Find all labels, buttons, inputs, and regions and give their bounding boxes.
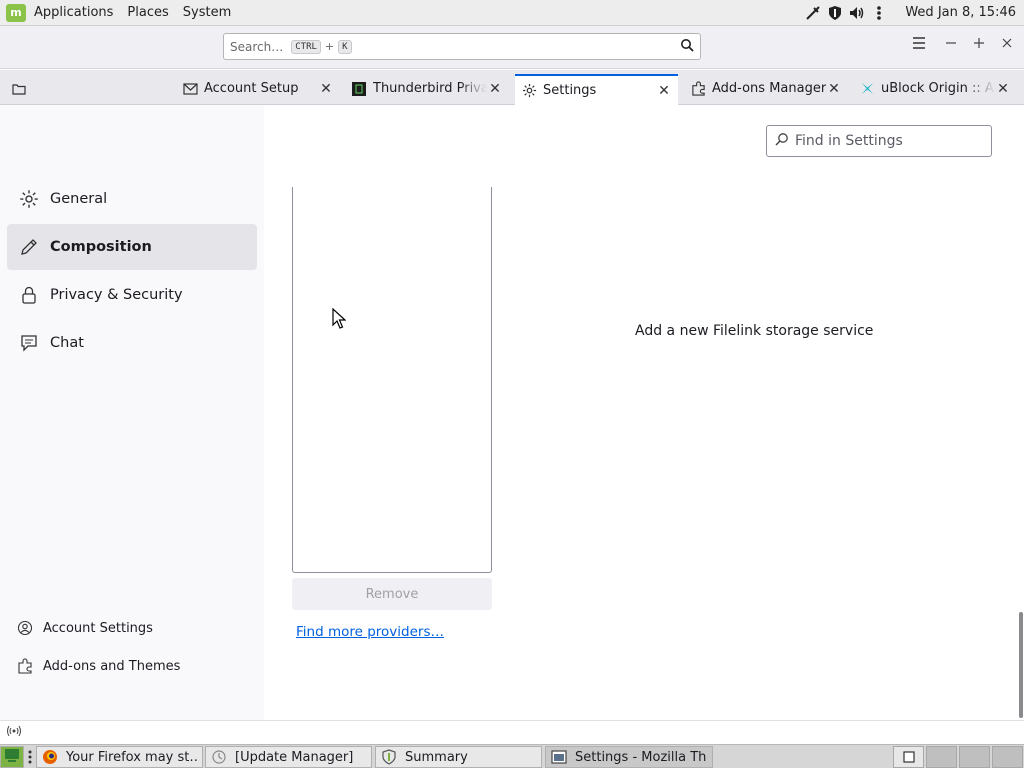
lock-icon [18, 284, 40, 306]
filelink-empty-message: Add a new Filelink storage service [635, 323, 874, 339]
menu-hamburger-icon[interactable] [909, 37, 929, 53]
close-icon[interactable]: ✕ [995, 81, 1011, 97]
tab-addons-manager[interactable]: Add-ons Manager ✕ [684, 72, 848, 105]
search-icon[interactable] [680, 38, 694, 56]
find-in-settings-input[interactable]: Find in Settings [766, 125, 992, 157]
menu-system[interactable]: System [183, 5, 231, 20]
sidebar-item-label: Composition [50, 239, 152, 255]
close-icon[interactable]: ✕ [487, 81, 503, 97]
account-settings-link[interactable]: Account Settings [16, 619, 153, 637]
system-panel: m Applications Places System Wed Jan 8, … [0, 0, 1024, 26]
update-icon [211, 749, 227, 765]
network-icon[interactable] [805, 5, 821, 21]
sidebar-item-composition[interactable]: Composition [7, 224, 257, 270]
tab-bar: Account Setup ✕ Thunderbird Privacy Noti… [0, 70, 1024, 105]
close-icon[interactable]: ✕ [826, 81, 842, 97]
ublock-icon [859, 81, 875, 97]
settings-content: Find in Settings Remove Find more provid… [264, 105, 1024, 720]
tab-account-setup[interactable]: Account Setup ✕ [176, 72, 340, 105]
shortcut-ctrl: CTRL [291, 39, 321, 54]
remove-button[interactable]: Remove [292, 578, 492, 610]
search-input[interactable]: Search… CTRL + K [223, 33, 701, 60]
taskbar-handle-icon [28, 749, 32, 768]
close-window-icon[interactable] [997, 37, 1017, 53]
task-label: [Update Manager] [235, 749, 354, 765]
scrollbar[interactable] [1019, 612, 1023, 718]
task-label: Summary [405, 749, 468, 765]
tab-label: uBlock Origin :: Add-ons [881, 81, 995, 96]
close-icon[interactable]: ✕ [656, 83, 672, 99]
tab-label: Thunderbird Privacy Notice [373, 81, 487, 96]
shortcut-plus: + [324, 40, 335, 53]
account-icon [16, 619, 34, 637]
sidebar-item-privacy-security[interactable]: Privacy & Security [7, 272, 257, 318]
gear-icon [521, 83, 537, 99]
tab-label: Settings [543, 83, 597, 98]
tab-label: Add-ons Manager [712, 81, 826, 96]
mouse-cursor-icon [332, 307, 347, 334]
sidebar-item-label: General [50, 191, 108, 207]
volume-icon[interactable] [849, 5, 865, 21]
find-more-providers-link[interactable]: Find more providers… [296, 624, 444, 640]
sidebar-item-label: Chat [50, 335, 84, 351]
puzzle-icon [690, 81, 706, 97]
menu-places[interactable]: Places [127, 5, 168, 20]
minimize-icon[interactable] [941, 37, 961, 53]
task-update-manager[interactable]: [Update Manager] [205, 746, 372, 768]
puzzle-icon [16, 657, 34, 675]
sidebar-item-chat[interactable]: Chat [7, 320, 257, 366]
shield-icon [381, 749, 397, 765]
gear-icon [18, 188, 40, 210]
task-settings-thunderbird[interactable]: Settings - Mozilla Th… [545, 746, 713, 768]
filelink-provider-list[interactable] [292, 187, 492, 573]
toolbar: Search… CTRL + K [0, 26, 1024, 69]
settings-sidebar: General Composition Privacy & Security C… [0, 105, 264, 720]
tab-ublock-origin[interactable]: uBlock Origin :: Add-ons ✕ [853, 72, 1017, 105]
tab-label: Account Setup [204, 81, 299, 96]
workspace-2[interactable] [926, 746, 957, 768]
chat-icon [18, 332, 40, 354]
find-in-settings-placeholder: Find in Settings [795, 133, 903, 149]
menu-applications[interactable]: Applications [34, 5, 113, 20]
workspace-3[interactable] [959, 746, 990, 768]
task-summary[interactable]: Summary [375, 746, 542, 768]
firefox-icon [42, 749, 58, 765]
addons-themes-label: Add-ons and Themes [43, 658, 181, 674]
pencil-icon [18, 236, 40, 258]
taskbar: Your Firefox may st… [Update Manager] Su… [0, 744, 1024, 768]
window-icon [551, 749, 567, 765]
more-vertical-icon[interactable] [871, 5, 887, 21]
envelope-icon [182, 81, 198, 97]
account-settings-label: Account Settings [43, 620, 153, 636]
status-bar [0, 720, 1024, 744]
task-label: Your Firefox may st… [66, 749, 197, 765]
workspace-1[interactable] [893, 746, 924, 768]
search-icon [775, 132, 789, 150]
shield-icon[interactable] [827, 5, 843, 21]
task-label: Settings - Mozilla Th… [575, 749, 707, 765]
mint-logo-icon[interactable]: m [6, 3, 26, 22]
workspace-4[interactable] [992, 746, 1023, 768]
folder-icon [12, 81, 26, 97]
sidebar-item-general[interactable]: General [7, 176, 257, 222]
desktop-icon [4, 748, 20, 766]
clock[interactable]: Wed Jan 8, 15:46 [905, 5, 1016, 20]
show-desktop-button[interactable] [0, 746, 24, 768]
search-placeholder: Search… [230, 39, 284, 54]
maximize-icon[interactable] [969, 37, 989, 53]
sidebar-item-label: Privacy & Security [50, 287, 183, 303]
tab-settings[interactable]: Settings ✕ [515, 74, 678, 105]
thunderbird-icon [351, 81, 367, 97]
close-icon[interactable]: ✕ [318, 81, 334, 97]
task-firefox[interactable]: Your Firefox may st… [36, 746, 203, 768]
addons-themes-link[interactable]: Add-ons and Themes [16, 657, 180, 675]
folder-tab[interactable] [6, 72, 36, 105]
online-status-icon[interactable] [6, 725, 22, 740]
tab-privacy-notice[interactable]: Thunderbird Privacy Notice ✕ [345, 72, 509, 105]
shortcut-k: K [338, 39, 352, 54]
